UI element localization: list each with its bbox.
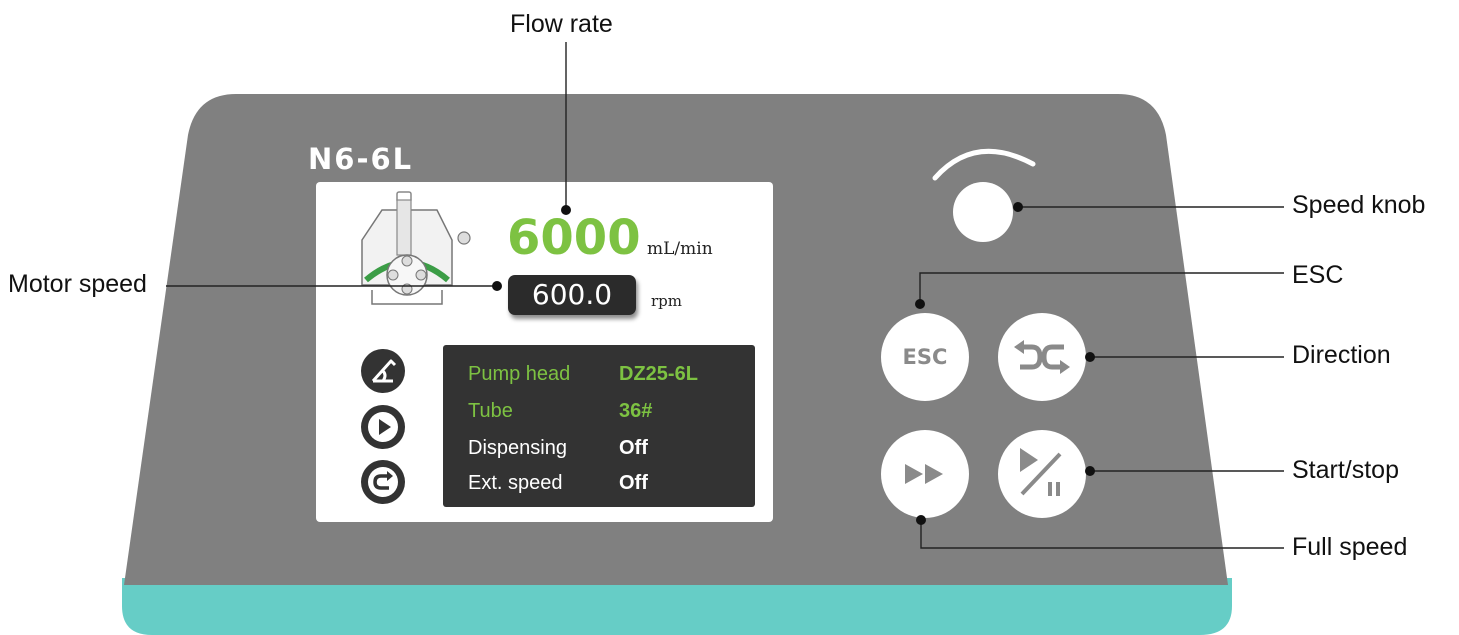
run-icon[interactable] [361,405,405,449]
knob-arc-icon [932,149,1036,181]
start-stop-button[interactable] [998,430,1086,518]
info-row-ext-speed: Ext. speed Off [468,472,758,502]
fast-forward-icon [905,464,943,484]
info-row-tube: Tube 36# [468,400,758,430]
dispensing-value: Off [619,437,648,459]
esc-button[interactable]: ESC [881,313,969,401]
ext-speed-label: Ext. speed [468,472,563,494]
callout-full-speed: Full speed [1292,533,1408,561]
callout-esc: ESC [1292,261,1344,289]
info-row-pump-head: Pump head DZ25-6L [468,363,758,393]
dispensing-label: Dispensing [468,437,567,459]
model-title: N6-6L [308,142,414,176]
callout-flow-rate: Flow rate [510,10,613,38]
direction-icon[interactable] [361,460,405,504]
flow-rate-unit: mL/min [647,239,713,259]
callout-speed-knob: Speed knob [1292,191,1426,219]
pump-head-value: DZ25-6L [619,363,698,385]
info-row-dispensing: Dispensing Off [468,437,758,467]
tube-label: Tube [468,400,513,422]
direction-arrows-icon [1014,340,1070,374]
pump-head-label: Pump head [468,363,571,385]
callout-direction: Direction [1292,341,1391,369]
motor-speed-value: 600.0 [508,275,636,315]
full-speed-button[interactable] [881,430,969,518]
callout-motor-speed: Motor speed [8,270,147,298]
calibration-icon[interactable] [361,349,405,393]
flow-rate-value: 6000 [507,210,641,266]
motor-speed-unit: rpm [651,292,682,310]
play-pause-icon [1020,448,1062,496]
speed-knob[interactable] [953,182,1013,242]
tube-value: 36# [619,400,653,422]
ext-speed-value: Off [619,472,648,494]
esc-button-label: ESC [902,345,948,369]
direction-button[interactable] [998,313,1086,401]
pump-head-icon [361,191,471,305]
callout-start-stop: Start/stop [1292,456,1399,484]
